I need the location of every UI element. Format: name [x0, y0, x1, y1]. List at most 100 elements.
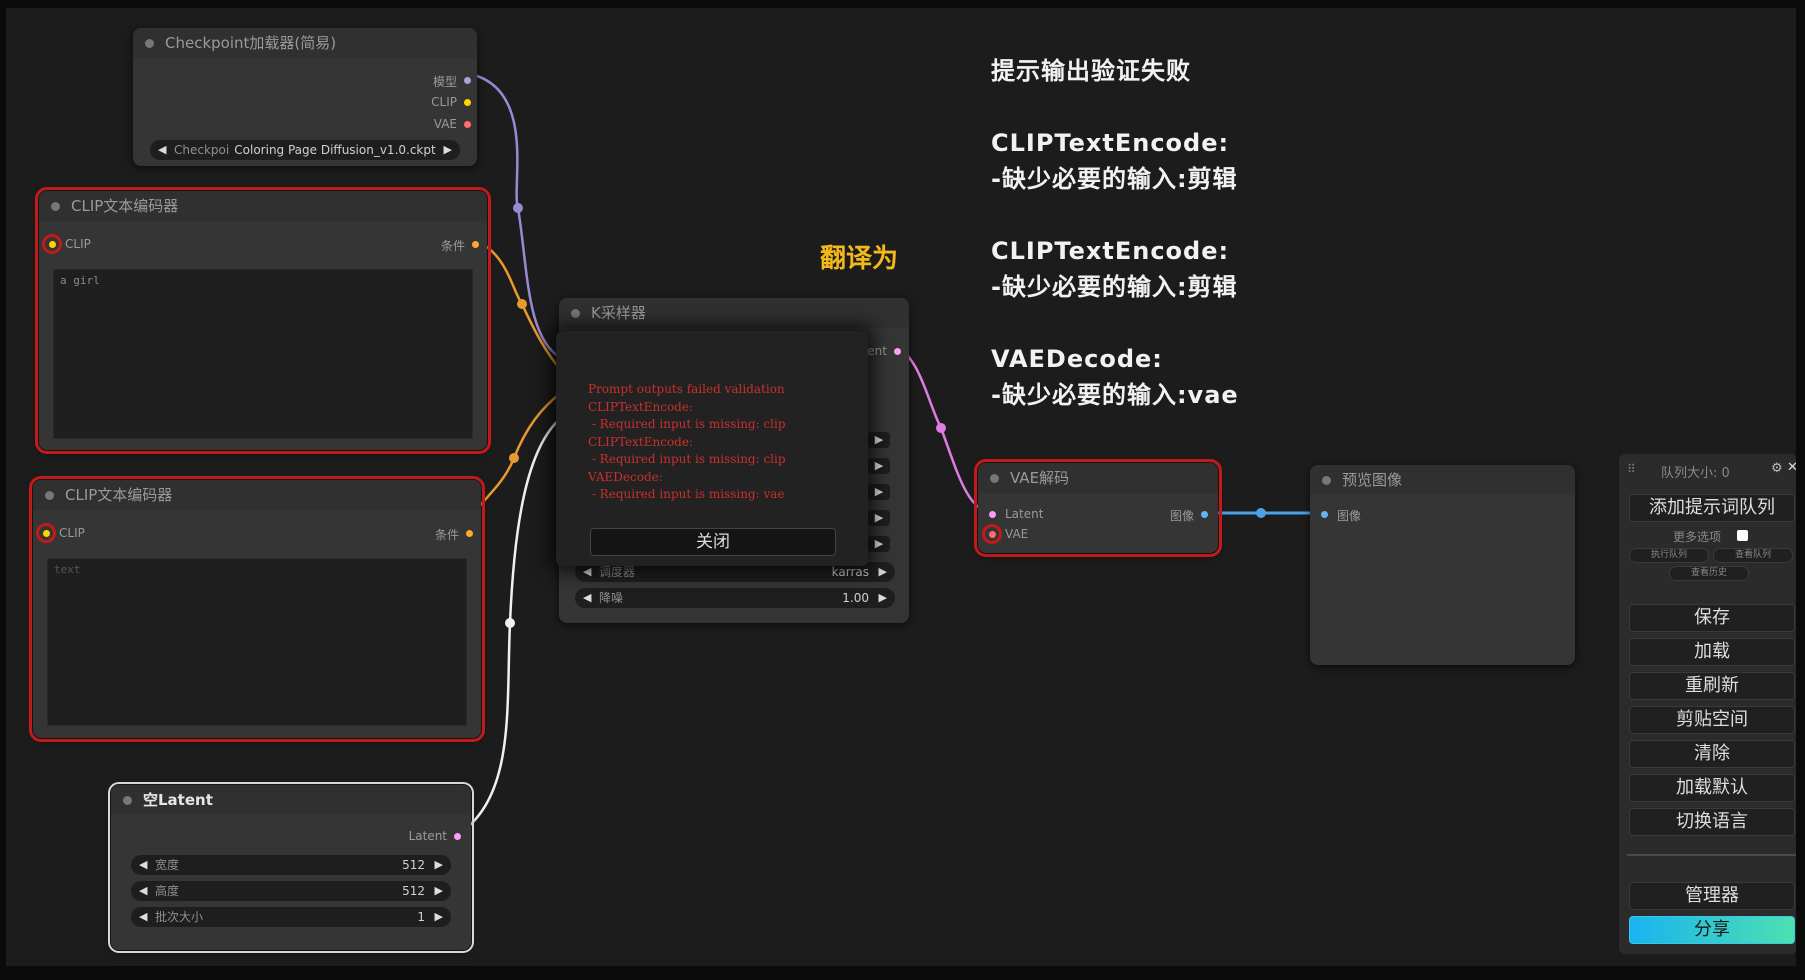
prompt-textarea[interactable]: text [47, 558, 467, 726]
output-latent-slot[interactable] [894, 348, 901, 355]
collapse-dot-icon[interactable] [571, 309, 580, 318]
left-arrow-icon[interactable]: ◀ [139, 855, 147, 875]
output-clip-label: CLIP [431, 95, 457, 109]
node-title: K采样器 [591, 304, 646, 322]
switch-language-button[interactable]: 切换语言 [1629, 808, 1795, 836]
left-arrow-icon[interactable]: ◀ [139, 907, 147, 927]
denoise-number[interactable]: ◀ 降噪 1.00 ▶ [575, 588, 895, 608]
node-title-bar[interactable]: Checkpoint加载器(简易) [133, 28, 477, 58]
widget-arrow-icon[interactable]: ▶ [868, 432, 890, 448]
refresh-button[interactable]: 重刷新 [1629, 672, 1795, 700]
load-button[interactable]: 加载 [1629, 638, 1795, 666]
output-clip-slot[interactable] [464, 99, 471, 106]
height-number[interactable]: ◀ 高度 512 ▶ [131, 881, 451, 901]
output-model-slot[interactable] [464, 77, 471, 84]
save-button[interactable]: 保存 [1629, 604, 1795, 632]
drag-handle-icon[interactable]: ⠿ [1627, 462, 1636, 476]
checkpoint-loader-node[interactable]: Checkpoint加载器(简易) 模型 CLIP VAE ◀ Checkpoi… [133, 28, 477, 166]
collapse-dot-icon[interactable] [45, 491, 54, 500]
height-value: 512 [402, 884, 425, 898]
close-icon[interactable]: ✕ [1787, 460, 1796, 475]
annotation-line: VAEDecode: [991, 345, 1163, 373]
left-arrow-icon[interactable]: ◀ [583, 588, 591, 608]
input-clip-slot[interactable] [43, 530, 50, 537]
clear-button[interactable]: 清除 [1629, 740, 1795, 768]
node-title-bar[interactable]: K采样器 [559, 298, 909, 328]
load-default-button[interactable]: 加载默认 [1629, 774, 1795, 802]
input-latent-label: Latent [1005, 507, 1044, 521]
manager-button[interactable]: 管理器 [1629, 882, 1795, 910]
output-image-label: 图像 [1169, 509, 1194, 523]
right-arrow-icon[interactable]: ▶ [879, 562, 887, 582]
side-menu-panel: ⠿ 队列大小: 0 ⚙ ✕ 添加提示词队列 更多选项 执行队列 查看队列 查看历… [1619, 454, 1796, 954]
input-clip-label: CLIP [65, 237, 91, 251]
collapse-dot-icon[interactable] [145, 39, 154, 48]
queue-size-label: 队列大小: 0 [1661, 466, 1730, 481]
vae-decode-node[interactable]: VAE解码 Latent VAE 图像 [974, 459, 1222, 557]
collapse-dot-icon[interactable] [1322, 476, 1331, 485]
input-image-label: 图像 [1337, 509, 1362, 523]
right-arrow-icon[interactable]: ▶ [879, 588, 887, 608]
empty-latent-node[interactable]: 空Latent Latent ◀ 宽度 512 ▶ ◀ 高度 512 ▶ ◀ 批… [108, 782, 474, 953]
annotation-line: -缺少必要的输入:剪辑 [991, 273, 1238, 301]
output-conditioning-slot[interactable] [466, 530, 473, 537]
node-title: 预览图像 [1342, 471, 1403, 489]
widget-arrow-icon[interactable]: ▶ [868, 510, 890, 526]
error-dialog: Prompt outputs failed validation CLIPTex… [556, 331, 868, 566]
right-arrow-icon[interactable]: ▶ [444, 140, 452, 160]
share-button[interactable]: 分享 [1629, 916, 1795, 944]
right-arrow-icon[interactable]: ▶ [435, 855, 443, 875]
view-queue-button[interactable]: 查看队列 [1713, 548, 1793, 563]
node-title-bar[interactable]: 预览图像 [1310, 465, 1575, 495]
annotation-line: CLIPTextEncode: [991, 237, 1230, 265]
height-label: 高度 [155, 884, 180, 898]
output-vae-slot[interactable] [464, 121, 471, 128]
translation-annotation: 提示输出验证失败 CLIPTextEncode: -缺少必要的输入:剪辑 CLI… [991, 53, 1239, 413]
widget-arrow-icon[interactable]: ▶ [868, 484, 890, 500]
left-arrow-icon[interactable]: ◀ [139, 881, 147, 901]
clipspace-button[interactable]: 剪贴空间 [1629, 706, 1795, 734]
right-arrow-icon[interactable]: ▶ [435, 881, 443, 901]
output-conditioning-slot[interactable] [472, 241, 479, 248]
ckpt-name-combo[interactable]: ◀ Checkpoi Coloring Page Diffusion_v1.0.… [150, 140, 460, 160]
right-arrow-icon[interactable]: ▶ [435, 907, 443, 927]
collapse-dot-icon[interactable] [990, 474, 999, 483]
widget-arrow-icon[interactable]: ▶ [868, 536, 890, 552]
clip-text-encode-node-2[interactable]: CLIP文本编码器 CLIP 条件 text [29, 476, 485, 742]
more-options-label: 更多选项 [1673, 530, 1722, 544]
gear-icon[interactable]: ⚙ [1771, 461, 1783, 476]
output-model-label: 模型 [432, 75, 457, 89]
denoise-label: 降噪 [599, 591, 624, 605]
batch-value: 1 [417, 910, 425, 924]
clip-text-encode-node-1[interactable]: CLIP文本编码器 CLIP 条件 a girl [35, 187, 491, 454]
batch-label: 批次大小 [155, 910, 204, 924]
output-image-slot[interactable] [1201, 511, 1208, 518]
execute-queue-button[interactable]: 执行队列 [1629, 548, 1709, 563]
view-history-button[interactable]: 查看历史 [1669, 566, 1749, 581]
node-title-bar[interactable]: CLIP文本编码器 [39, 191, 487, 221]
width-number[interactable]: ◀ 宽度 512 ▶ [131, 855, 451, 875]
node-graph-canvas[interactable]: Checkpoint加载器(简易) 模型 CLIP VAE ◀ Checkpoi… [6, 8, 1796, 966]
node-title-bar[interactable]: 空Latent [111, 785, 471, 815]
input-image-slot[interactable] [1321, 511, 1328, 518]
input-clip-slot[interactable] [49, 241, 56, 248]
ckpt-value: Coloring Page Diffusion_v1.0.ckpt [234, 143, 436, 157]
annotation-line: -缺少必要的输入:vae [991, 381, 1239, 409]
input-vae-slot[interactable] [989, 531, 996, 538]
queue-prompt-button[interactable]: 添加提示词队列 [1629, 494, 1795, 522]
node-title-bar[interactable]: VAE解码 [978, 463, 1218, 493]
preview-image-node[interactable]: 预览图像 图像 [1310, 465, 1575, 665]
input-vae-label: VAE [1005, 527, 1029, 541]
input-latent-slot[interactable] [989, 511, 996, 518]
output-latent-slot[interactable] [454, 833, 461, 840]
collapse-dot-icon[interactable] [123, 796, 132, 805]
batch-size-number[interactable]: ◀ 批次大小 1 ▶ [131, 907, 451, 927]
close-button[interactable]: 关闭 [590, 528, 836, 556]
panel-divider [1627, 854, 1796, 856]
widget-arrow-icon[interactable]: ▶ [868, 458, 890, 474]
prompt-textarea[interactable]: a girl [53, 269, 473, 439]
more-options-checkbox[interactable] [1737, 530, 1748, 541]
node-title-bar[interactable]: CLIP文本编码器 [33, 480, 481, 510]
collapse-dot-icon[interactable] [51, 202, 60, 211]
left-arrow-icon[interactable]: ◀ [158, 140, 166, 160]
